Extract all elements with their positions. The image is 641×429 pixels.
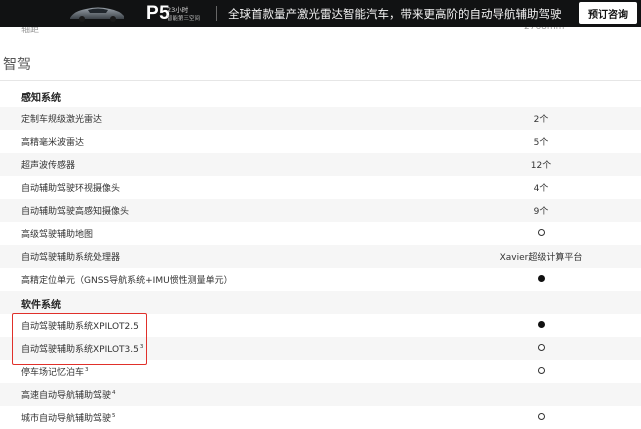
spec-label: 定制车规级激光雷达: [21, 112, 102, 125]
banner-slogan: 全球首款量产激光雷达智能汽车，带来更高阶的自动导航辅助驾驶: [228, 7, 562, 21]
spec-value-cell: [441, 319, 641, 331]
spec-value: 9个: [533, 207, 549, 217]
spec-row: 自动辅助驾驶环视摄像头 4个: [0, 176, 641, 199]
spec-group-header: 软件系统: [0, 291, 641, 314]
spec-label: 高精定位单元（GNSS导航系统+IMU惯性测量单元）: [21, 273, 233, 286]
spec-group-title: 软件系统: [21, 296, 61, 311]
spec-group-header: 感知系统: [0, 84, 641, 107]
spec-label: 高级驾驶辅助地图: [21, 227, 93, 240]
previous-spec-label: 轴距: [21, 27, 40, 35]
spec-label-text: 高精定位单元（GNSS导航系统+IMU惯性测量单元）: [21, 276, 233, 286]
spec-label-text: 高精毫米波雷达: [21, 138, 85, 148]
spec-table: 感知系统定制车规级激光雷达 2个高精毫米波雷达 5个超声波传感器 12个自动辅助驾驶环…: [0, 84, 641, 429]
spec-label-text: 城市自动导航辅助驾驶: [21, 414, 112, 424]
spec-label: 高精毫米波雷达: [21, 135, 84, 148]
optional-hollow-dot-icon: [537, 413, 545, 420]
spec-value-cell: [441, 273, 641, 285]
model-tagline: 23小时: [167, 6, 189, 14]
spec-label: 城市自动导航辅助驾驶5: [21, 411, 116, 424]
spec-label-text: 高级驾驶辅助地图: [21, 230, 94, 240]
optional-hollow-dot-icon: [537, 229, 545, 236]
spec-value-cell: [441, 342, 641, 354]
standard-filled-dot-icon: [537, 321, 545, 328]
previous-spec-value: 2768mm: [524, 27, 565, 32]
highlight-annotation-box: [12, 313, 147, 365]
optional-hollow-dot-icon: [537, 367, 545, 374]
spec-group-title: 感知系统: [21, 89, 61, 104]
spec-label: 自动辅助驾驶环视摄像头: [21, 181, 120, 194]
spec-value: 2个: [533, 115, 549, 125]
spec-row: 高速自动导航辅助驾驶4: [0, 383, 641, 406]
standard-filled-dot-icon: [537, 275, 545, 282]
spec-row: 城市自动导航辅助驾驶5: [0, 406, 641, 429]
spec-row: 高级驾驶辅助地图: [0, 222, 641, 245]
spec-label-text: 定制车规级激光雷达: [21, 115, 103, 125]
spec-row: 高精定位单元（GNSS导航系统+IMU惯性测量单元）: [0, 268, 641, 291]
spec-label-text: 停车场记忆泊车: [21, 368, 85, 378]
spec-row: 自动驾驶辅助系统处理器 Xavier超级计算平台: [0, 245, 641, 268]
footnote-marker: 5: [112, 413, 116, 419]
optional-hollow-dot-icon: [537, 344, 545, 351]
spec-label-text: 超声波传感器: [21, 161, 76, 171]
footnote-marker: 4: [112, 390, 116, 396]
spec-label-text: 感知系统: [21, 93, 61, 104]
spec-label-text: 高速自动导航辅助驾驶: [21, 391, 112, 401]
spec-value-cell: [441, 365, 641, 377]
spec-label-text: 软件系统: [21, 300, 61, 311]
spec-label: 高速自动导航辅助驾驶4: [21, 388, 116, 401]
spec-value-cell: [441, 227, 641, 239]
spec-value: 5个: [533, 138, 549, 148]
section-title: 智驾: [3, 57, 31, 73]
spec-label: 自动辅助驾驶高感知摄像头: [21, 204, 129, 217]
spec-label: 自动驾驶辅助系统处理器: [21, 250, 120, 263]
spec-label: 停车场记忆泊车3: [21, 365, 89, 378]
reserve-consult-button[interactable]: 预订咨询: [579, 2, 637, 24]
spec-label-text: 自动辅助驾驶环视摄像头: [21, 184, 121, 194]
banner-divider: [216, 6, 217, 21]
spec-label: 超声波传感器: [21, 158, 75, 171]
car-thumbnail-icon: [70, 7, 124, 22]
spec-label-text: 自动驾驶辅助系统处理器: [21, 253, 121, 263]
spec-label-text: 自动辅助驾驶高感知摄像头: [21, 207, 130, 217]
spec-value: 4个: [533, 184, 549, 194]
spec-row: 高精毫米波雷达 5个: [0, 130, 641, 153]
section-divider: [0, 80, 641, 81]
spec-row: 定制车规级激光雷达 2个: [0, 107, 641, 130]
previous-spec-row: 轴距 2768mm: [0, 27, 641, 35]
spec-row: 超声波传感器 12个: [0, 153, 641, 176]
spec-row: 自动辅助驾驶高感知摄像头 9个: [0, 199, 641, 222]
promo-banner: P5 23小时 智能第三空间 全球首款量产激光雷达智能汽车，带来更高阶的自动导航…: [0, 0, 641, 27]
spec-value-cell: [441, 411, 641, 423]
spec-value: Xavier超级计算平台: [499, 253, 583, 263]
spec-value: 12个: [530, 161, 552, 171]
footnote-marker: 3: [85, 367, 89, 373]
model-subtagline: 智能第三空间: [167, 16, 201, 22]
